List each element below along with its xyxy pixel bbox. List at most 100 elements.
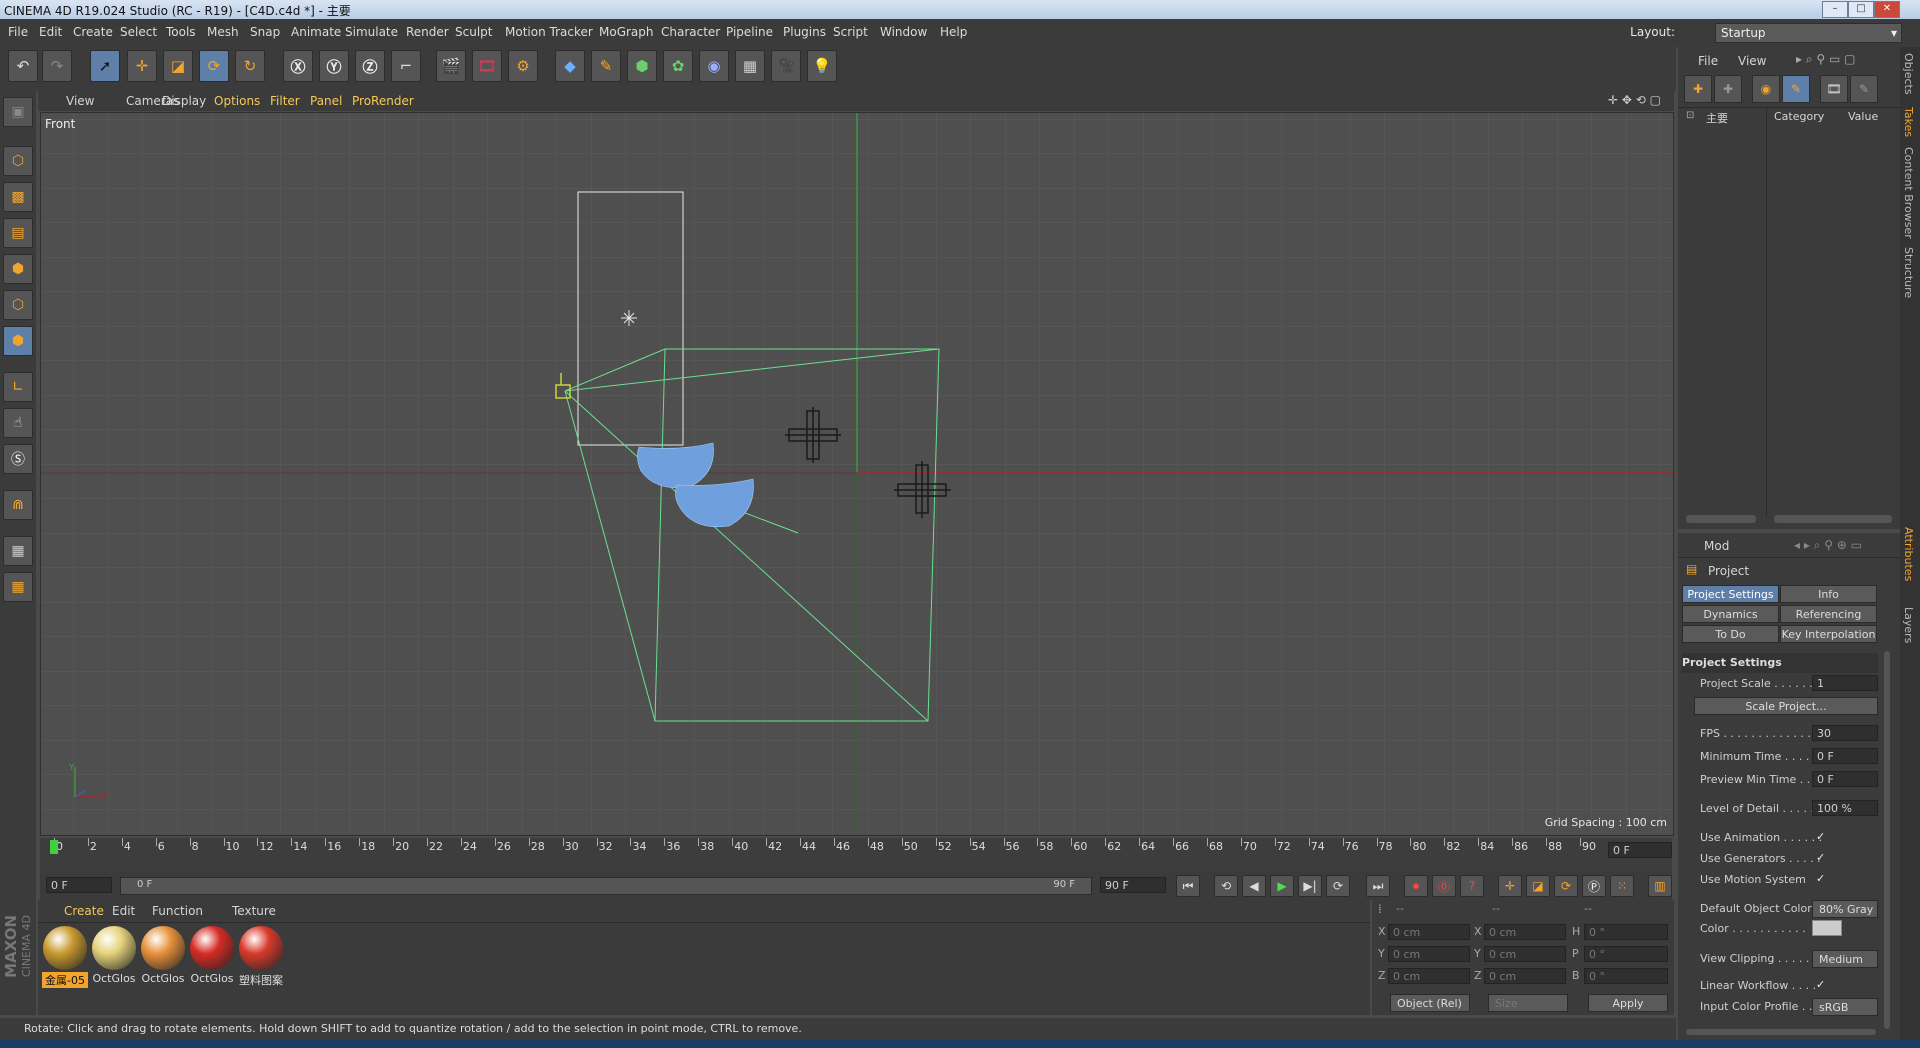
scale-field[interactable]: 0 cm [1484, 968, 1566, 984]
prop-value[interactable]: ✓ [1812, 829, 1826, 845]
prev-frame-button[interactable]: ◀ [1242, 875, 1266, 897]
z-axis-button[interactable]: Ⓩ [355, 50, 385, 82]
position-field[interactable]: 0 cm [1388, 968, 1470, 984]
tab-project-settings[interactable]: Project Settings [1682, 585, 1779, 603]
axis-mode-button[interactable]: ∟ [3, 372, 33, 402]
menu-animate[interactable]: Animate [291, 25, 341, 39]
take-root-label[interactable]: 主要 [1706, 110, 1728, 126]
menu-window[interactable]: Window [880, 25, 927, 39]
take-clone-button[interactable]: ✚ [1714, 75, 1742, 103]
attributes-hscrollbar[interactable] [1686, 1029, 1876, 1035]
redo-button[interactable]: ↷ [42, 50, 72, 82]
prop-value[interactable]: 0 F [1812, 748, 1878, 764]
key-position-button[interactable]: ✛ [1498, 875, 1522, 897]
move-tool-button[interactable]: ✛ [127, 50, 157, 82]
x-axis-button[interactable]: Ⓧ [283, 50, 313, 82]
material-menu-create[interactable]: Create [64, 904, 104, 918]
edges-mode-button[interactable]: ⬡ [3, 290, 33, 320]
menu-help[interactable]: Help [940, 25, 967, 39]
rotation-field[interactable]: 0 ° [1584, 968, 1668, 984]
prop-value[interactable] [1812, 920, 1842, 936]
timeline-button[interactable]: ▥ [1648, 875, 1672, 897]
menu-simulate[interactable]: Simulate [345, 25, 398, 39]
snap-button[interactable]: ⋒ [3, 490, 33, 520]
material-menu-edit[interactable]: Edit [112, 904, 135, 918]
light-button[interactable]: 💡 [807, 50, 837, 82]
side-tab-structure[interactable]: Structure [1902, 247, 1915, 298]
menu-character[interactable]: Character [661, 25, 720, 39]
next-frame-button[interactable]: ▶| [1298, 875, 1322, 897]
prop-value[interactable]: sRGB [1812, 998, 1878, 1016]
objects-menu-file[interactable]: File [1698, 54, 1718, 68]
recent-tool-button[interactable]: ↻ [235, 50, 265, 82]
key-scale-button[interactable]: ◪ [1526, 875, 1550, 897]
key-rotation-button[interactable]: ⟳ [1554, 875, 1578, 897]
deformer-button[interactable]: ◉ [699, 50, 729, 82]
timeline-playhead[interactable] [50, 840, 58, 854]
prop-value[interactable]: 80% Gray [1812, 900, 1878, 918]
menu-script[interactable]: Script [833, 25, 868, 39]
render-picture-viewer-button[interactable]: 🎞 [472, 50, 502, 82]
undo-button[interactable]: ↶ [8, 50, 38, 82]
texture-mode-button[interactable]: ▩ [3, 182, 33, 212]
timeline-ruler[interactable]: 0 2 4 6 8 10 12 14 16 18 20 22 24 26 28 30 32 34 36 38 40 42 4… [40, 838, 1672, 872]
close-button[interactable]: ✕ [1874, 1, 1900, 18]
prev-key-button[interactable]: ⟲ [1214, 875, 1238, 897]
floor-button[interactable]: ▦ [735, 50, 765, 82]
prop-value[interactable]: ✓ [1812, 977, 1826, 993]
material-swatch[interactable] [43, 926, 87, 970]
subdivision-button[interactable]: ⬢ [627, 50, 657, 82]
side-tab-attributes[interactable]: Attributes [1902, 527, 1915, 581]
model-mode-button[interactable]: ⬡ [3, 146, 33, 176]
coords-mode-select[interactable]: Object (Rel) [1390, 994, 1470, 1012]
prop-value[interactable]: ✓ [1812, 850, 1826, 866]
key-pla-button[interactable]: ⁙ [1610, 875, 1634, 897]
prop-value[interactable]: 0 F [1812, 771, 1878, 787]
minimize-button[interactable]: – [1822, 1, 1848, 18]
viewport[interactable]: Front Y X Grid Spacing : 100 cm [40, 112, 1674, 836]
objects-scrollbar-left[interactable] [1686, 515, 1756, 523]
cube-icon[interactable]: ◆ [555, 50, 585, 82]
take-render-button[interactable]: 🎞 [1820, 75, 1848, 103]
maximize-button[interactable]: □ [1848, 1, 1874, 18]
objects-scrollbar-right[interactable] [1774, 515, 1892, 523]
attributes-scrollbar[interactable] [1884, 651, 1890, 1029]
menu-motion-tracker[interactable]: Motion Tracker [505, 25, 593, 39]
start-frame-field[interactable]: 0 F [46, 877, 112, 893]
menu-tools[interactable]: Tools [166, 25, 196, 39]
menu-create[interactable]: Create [73, 25, 113, 39]
material-menu-function[interactable]: Function [152, 904, 203, 918]
menu-select[interactable]: Select [120, 25, 157, 39]
side-tab-objects[interactable]: Objects [1902, 53, 1915, 95]
menu-render[interactable]: Render [406, 25, 449, 39]
objects-menu-view[interactable]: View [1738, 54, 1766, 68]
pen-spline-button[interactable]: ✎ [591, 50, 621, 82]
scale-field[interactable]: 0 cm [1484, 946, 1566, 962]
menu-sculpt[interactable]: Sculpt [455, 25, 492, 39]
material-label[interactable]: OctGlos [140, 972, 186, 985]
menu-snap[interactable]: Snap [250, 25, 280, 39]
viewport-menu-view[interactable]: View [66, 94, 94, 108]
go-to-start-button[interactable]: ⏮ [1176, 875, 1200, 897]
prop-value[interactable]: Medium [1812, 950, 1878, 968]
menu-plugins[interactable]: Plugins [783, 25, 826, 39]
apply-button[interactable]: Apply [1588, 994, 1668, 1012]
rotation-field[interactable]: 0 ° [1584, 946, 1668, 962]
tab-info[interactable]: Info [1780, 585, 1877, 603]
material-label[interactable]: OctGlos [91, 972, 137, 985]
take-override-button[interactable]: ◉ [1752, 75, 1780, 103]
record-button[interactable]: ⏺ [1404, 875, 1428, 897]
menu-pipeline[interactable]: Pipeline [726, 25, 773, 39]
prop-value[interactable]: ✓ [1812, 871, 1826, 887]
scale-tool-button[interactable]: ◪ [163, 50, 193, 82]
layout-select[interactable]: Startup ▾ [1715, 23, 1902, 43]
material-swatch[interactable] [92, 926, 136, 970]
polygons-mode-button[interactable]: ⬢ [3, 326, 33, 356]
scale-project-button[interactable]: Scale Project... [1694, 697, 1878, 715]
menu-edit[interactable]: Edit [39, 25, 62, 39]
viewport-menu-prorender[interactable]: ProRender [352, 94, 414, 108]
material-swatch[interactable] [239, 926, 283, 970]
material-menu-texture[interactable]: Texture [232, 904, 276, 918]
viewport-menu-panel[interactable]: Panel [310, 94, 342, 108]
play-button[interactable]: ▶ [1270, 875, 1294, 897]
